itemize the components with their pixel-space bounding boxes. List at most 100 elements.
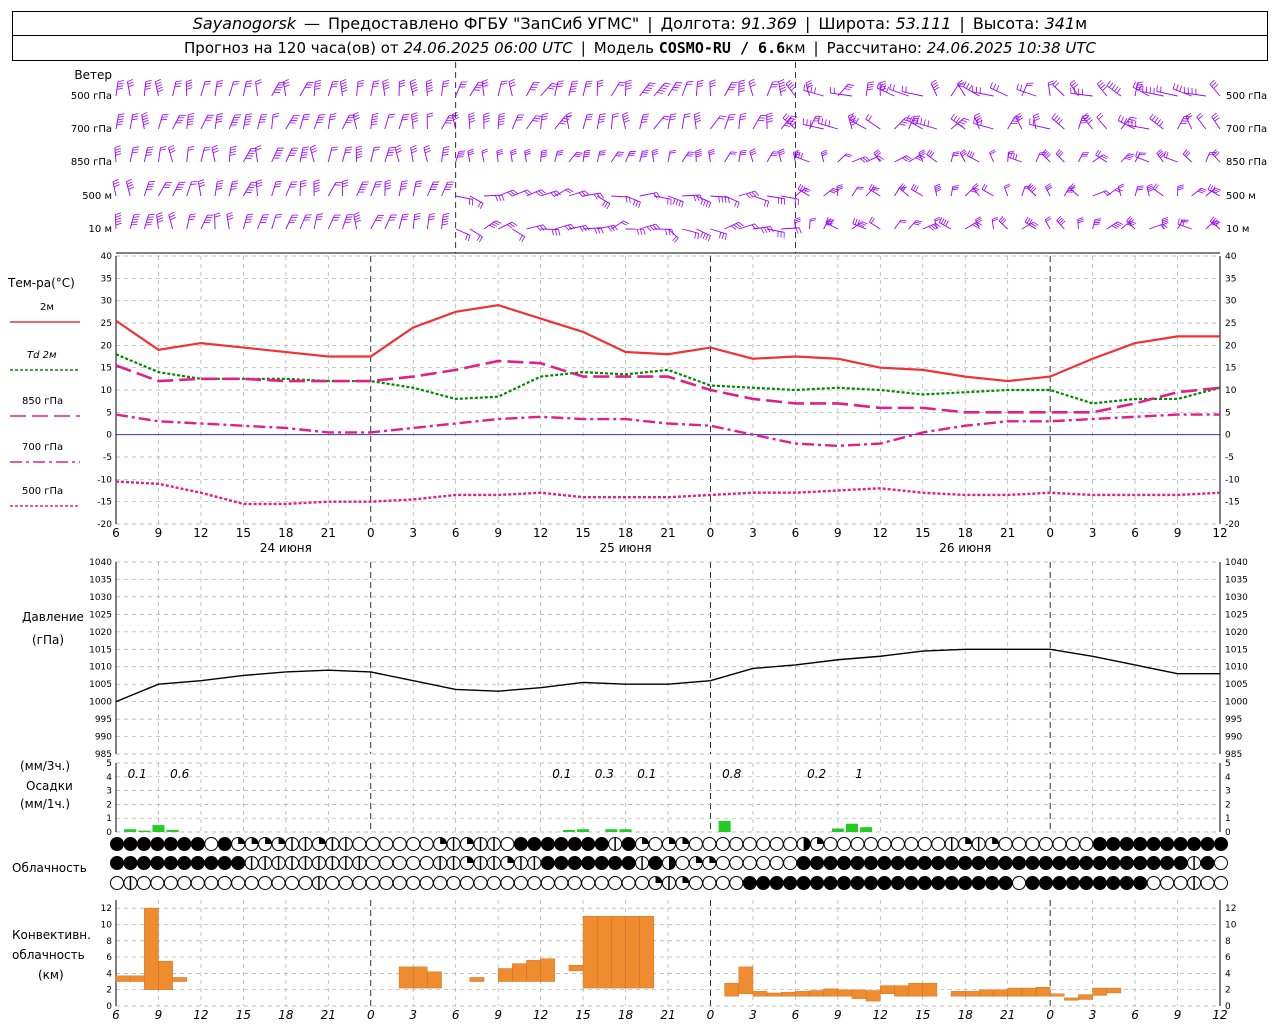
wind-barb-feather — [541, 149, 548, 152]
cloud-circle — [379, 856, 394, 870]
wind-barb-shaft — [497, 81, 502, 97]
wind-barb — [370, 80, 380, 97]
wind-barb-feather — [961, 119, 968, 123]
wind-barb — [185, 79, 193, 97]
wind-barb-feather — [695, 152, 702, 156]
wind-barb-feather — [382, 81, 389, 85]
wind-barb-shaft — [795, 156, 810, 163]
wind-barb-feather — [117, 82, 124, 85]
precip-ytick: 5 — [106, 759, 112, 769]
conv-bar — [979, 989, 994, 997]
wind-barb-feather — [410, 147, 417, 151]
wind-barb — [1209, 216, 1221, 230]
cloud-circle — [608, 876, 623, 890]
hour-label: 0 — [367, 526, 375, 540]
hour-label-bottom: 6 — [1131, 1008, 1139, 1022]
wind-barb-shaft — [526, 115, 537, 130]
wind-barb-feather — [623, 119, 630, 123]
wind-barb — [766, 151, 779, 163]
wind-barb-shaft — [200, 81, 206, 97]
cloud-circle — [783, 856, 798, 870]
meteogram: Ветер500 гПа 500 гПа700 гПа 700 гПа850 гПа… — [7, 62, 1267, 1022]
wind-barb-feather — [386, 154, 393, 156]
wind-barb-feather — [414, 212, 421, 216]
hour-label: 6 — [452, 526, 460, 540]
wind-barb-feather — [388, 113, 396, 116]
wind-barb-feather — [156, 214, 163, 218]
cloud-circle — [123, 856, 138, 870]
wind-barb-feather — [694, 232, 697, 239]
wind-barb-feather — [795, 227, 799, 234]
cloud-circle — [863, 876, 878, 890]
wind-barb-feather — [204, 80, 211, 83]
precip-ytick-right: 5 — [1225, 759, 1231, 769]
wind-barb-feather — [495, 195, 498, 202]
wind-barb-feather — [583, 155, 590, 158]
wind-barb-feather — [498, 115, 505, 118]
wind-barb — [540, 149, 548, 163]
wind-barb-shaft — [228, 81, 234, 97]
wind-barb-feather — [709, 79, 716, 82]
wind-barb-feather — [401, 182, 408, 185]
wind-barb-feather — [1093, 223, 1100, 226]
precip-ytick-right: 0 — [1225, 828, 1231, 838]
pressure-ytick-right: 1025 — [1225, 610, 1248, 620]
cloud-symbol — [1025, 837, 1040, 851]
cloud-circle — [998, 876, 1013, 890]
pressure-ytick-right: 990 — [1225, 733, 1242, 743]
wind-barb-feather — [147, 218, 154, 221]
wind-barb-feather — [412, 89, 419, 93]
cloud-symbol — [285, 856, 300, 870]
hour-label-bottom: 18 — [278, 1008, 294, 1022]
wind-barb-feather — [259, 121, 266, 123]
wind-barb-feather — [255, 81, 262, 85]
cloud-symbol — [1038, 876, 1053, 890]
wind-barb — [1191, 187, 1207, 197]
cloud-symbol — [527, 837, 542, 851]
wind-barb-feather — [745, 193, 751, 199]
wind-barb-feather — [512, 189, 518, 195]
wind-barb-shaft — [1016, 89, 1037, 97]
wind-barb-feather — [161, 116, 168, 118]
wind-barb-shaft — [738, 114, 741, 130]
wind-barb — [327, 181, 342, 197]
wind-barb-feather — [782, 113, 788, 119]
wind-barb-shaft — [299, 82, 309, 97]
wind-barb-feather — [770, 226, 774, 233]
wind-barb-shaft — [285, 214, 293, 230]
wind-barb-feather — [892, 84, 895, 91]
wind-barb-shaft — [441, 81, 444, 97]
cloud-symbol — [890, 876, 905, 890]
cloud-circle — [217, 876, 232, 890]
cloud-symbol — [1214, 856, 1228, 870]
wind-barb — [724, 195, 740, 209]
wind-barb-shaft — [1177, 223, 1192, 230]
wind-barb-feather — [283, 84, 290, 88]
cloud-circle — [163, 837, 178, 851]
wind-barb — [469, 195, 484, 209]
wind-barb-feather — [426, 89, 433, 93]
cloud-symbol — [419, 876, 434, 890]
wind-barb — [851, 186, 864, 197]
conv-bar — [398, 966, 414, 989]
pressure-ytick-right: 1000 — [1225, 698, 1248, 708]
wind-barb-feather — [526, 189, 533, 195]
hour-label-bottom: 0 — [367, 1008, 375, 1022]
wind-barb-feather — [952, 154, 959, 157]
hour-label: 15 — [575, 526, 590, 540]
hour-label-bottom: 12 — [533, 1008, 548, 1022]
cloud-symbol — [662, 837, 676, 851]
cloud-circle — [769, 856, 784, 870]
wind-barb — [255, 179, 263, 197]
cloud-symbol — [688, 876, 703, 890]
wind-barb-feather — [655, 223, 661, 229]
wind-barb-feather — [694, 114, 701, 118]
wind-barb-feather — [1033, 113, 1040, 117]
cloud-symbol — [473, 856, 488, 870]
temp-ytick-right: 15 — [1225, 364, 1236, 374]
wind-barb-shaft — [526, 224, 544, 230]
cloud-symbol — [729, 856, 744, 870]
temp-ytick: 35 — [101, 274, 112, 284]
wind-barb-feather — [300, 184, 307, 188]
cloud-symbol — [877, 856, 892, 870]
